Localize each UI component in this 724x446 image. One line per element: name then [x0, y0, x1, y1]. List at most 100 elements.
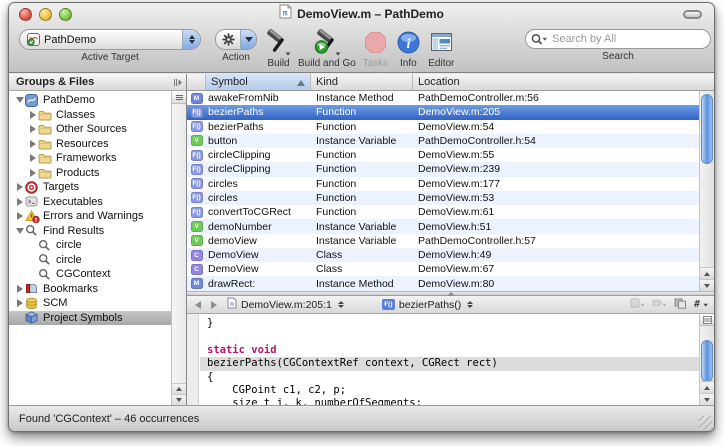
table-row[interactable]: V demoView Instance Variable PathDemoCon…: [187, 234, 714, 248]
back-button[interactable]: [192, 301, 204, 309]
table-row[interactable]: F() circles Function DemoView.m:53: [187, 191, 714, 205]
disclosure-triangle-icon[interactable]: [14, 198, 25, 206]
table-row[interactable]: M awakeFromNib Instance Method PathDemoC…: [187, 91, 714, 105]
sidebar-item-circle[interactable]: circle: [9, 253, 171, 268]
cell-location: DemoView.m:80: [413, 278, 714, 290]
symbol-kind-badge-icon: F(): [191, 121, 203, 132]
table-row[interactable]: F() bezierPaths Function DemoView.m:205: [187, 105, 714, 119]
sidebar-scrollbar[interactable]: [171, 91, 186, 405]
editor-button[interactable]: Editor: [428, 29, 455, 69]
disclosure-triangle-icon[interactable]: [27, 169, 38, 177]
table-row[interactable]: F() circleClipping Function DemoView.m:2…: [187, 162, 714, 176]
cell-kind: Instance Variable: [311, 135, 413, 147]
file-history-popup[interactable]: m DemoView.m:205:1: [224, 297, 347, 312]
code-line: static void: [200, 344, 699, 357]
document-m-icon: m: [279, 4, 292, 24]
horizontal-splitter[interactable]: [187, 291, 714, 296]
table-row[interactable]: F() convertToCGRect Function DemoView.m:…: [187, 205, 714, 219]
table-scrollbar[interactable]: [699, 91, 714, 291]
sidebar-item-find-results[interactable]: Find Results: [9, 224, 171, 239]
sidebar-item-classes[interactable]: Classes: [9, 108, 171, 123]
sidebar-item-frameworks[interactable]: Frameworks: [9, 151, 171, 166]
scroll-down-arrow[interactable]: [172, 394, 186, 405]
breakpoints-menu-icon[interactable]: [652, 298, 667, 312]
cell-location: DemoView.m:239: [413, 163, 714, 175]
resize-grip[interactable]: [699, 416, 712, 429]
cell-kind: Instance Method: [311, 278, 413, 290]
sidebar-item-circle[interactable]: circle: [9, 238, 171, 253]
sidebar-item-other-sources[interactable]: Other Sources: [9, 122, 171, 137]
code-line: size_t j, k, numberOfSegments;: [200, 397, 699, 405]
table-row[interactable]: F() circles Function DemoView.m:177: [187, 177, 714, 191]
column-header-symbol[interactable]: Symbol: [206, 74, 311, 90]
sidebar-item-errors-and-warnings[interactable]: Errors and Warnings: [9, 209, 171, 224]
sidebar-item-targets[interactable]: Targets: [9, 180, 171, 195]
table-row[interactable]: V demoNumber Instance Variable DemoView.…: [187, 219, 714, 233]
sidebar-item-resources[interactable]: Resources: [9, 137, 171, 152]
scroll-down-arrow[interactable]: [700, 279, 714, 291]
table-row[interactable]: V button Instance Variable PathDemoContr…: [187, 134, 714, 148]
titlebar[interactable]: m DemoView.m – PathDemo: [9, 3, 714, 25]
scroll-up-arrow[interactable]: [700, 267, 714, 279]
scroll-up-arrow[interactable]: [172, 383, 186, 394]
build-button[interactable]: Build: [265, 29, 292, 69]
search-icon[interactable]: [531, 33, 548, 51]
sidebar-item-label: PathDemo: [43, 94, 95, 106]
disclosure-triangle-icon[interactable]: [27, 140, 38, 148]
scrollbar-thumb[interactable]: [701, 94, 713, 164]
cell-location: PathDemoController.h:54: [413, 135, 714, 147]
disclosure-triangle-icon[interactable]: [14, 228, 25, 234]
sidebar-item-project-symbols[interactable]: Project Symbols: [9, 311, 171, 326]
editor-scrollbar[interactable]: [699, 314, 714, 405]
view-options-button[interactable]: [172, 91, 186, 104]
table-row[interactable]: F() circleClipping Function DemoView.m:5…: [187, 148, 714, 162]
scroll-up-arrow[interactable]: [700, 381, 714, 393]
doc-icon: m: [227, 297, 237, 312]
sidebar-item-products[interactable]: Products: [9, 166, 171, 181]
disclosure-triangle-icon[interactable]: [14, 212, 25, 220]
action-button[interactable]: [215, 29, 257, 50]
code-area[interactable]: }static voidbezierPaths(CGContextRef con…: [200, 317, 699, 405]
function-popup-value: bezierPaths(): [399, 299, 461, 311]
code-editor[interactable]: }static voidbezierPaths(CGContextRef con…: [187, 314, 714, 405]
scrollbar-thumb[interactable]: [701, 340, 713, 382]
table-row[interactable]: M drawRect: Instance Method DemoView.m:8…: [187, 276, 714, 290]
disclosure-triangle-icon[interactable]: [14, 299, 25, 307]
table-row[interactable]: F() bezierPaths Function DemoView.m:54: [187, 120, 714, 134]
sidebar-item-label: CGContext: [56, 268, 110, 280]
split-editor-button[interactable]: [700, 314, 714, 326]
bookmarks-menu-icon[interactable]: [630, 298, 645, 312]
disclosure-triangle-icon[interactable]: [27, 125, 38, 133]
sidebar-item-pathdemo[interactable]: PathDemo: [9, 93, 171, 108]
search-input[interactable]: [525, 29, 711, 49]
function-popup[interactable]: F() bezierPaths(): [379, 299, 476, 311]
disclosure-triangle-icon[interactable]: [27, 154, 38, 162]
sidebar-item-scm[interactable]: SCM: [9, 296, 171, 311]
column-header-icon[interactable]: [187, 74, 206, 90]
disclosure-triangle-icon[interactable]: [14, 97, 25, 103]
sidebar-item-cgcontext[interactable]: CGContext: [9, 267, 171, 282]
table-row[interactable]: C DemoView Class DemoView.m:67: [187, 262, 714, 276]
action-label: Action: [215, 52, 257, 63]
sidebar-item-executables[interactable]: Executables: [9, 195, 171, 210]
column-header-kind[interactable]: Kind: [311, 74, 413, 90]
forward-button[interactable]: [208, 301, 220, 309]
disclosure-triangle-icon[interactable]: [14, 285, 25, 293]
sidebar-split-icon[interactable]: [173, 78, 183, 90]
table-row[interactable]: C DemoView Class DemoView.h:49: [187, 248, 714, 262]
line-numbers-menu-icon[interactable]: #: [694, 298, 709, 312]
column-header-location[interactable]: Location: [413, 74, 714, 90]
target-app-icon: [27, 33, 40, 46]
disclosure-triangle-icon[interactable]: [27, 111, 38, 119]
counterpart-icon[interactable]: [674, 298, 687, 312]
active-target-popup[interactable]: PathDemo: [19, 29, 201, 50]
scroll-down-arrow[interactable]: [700, 393, 714, 405]
main-content: Groups & Files PathDemo Classes Other So…: [9, 74, 714, 405]
info-button[interactable]: i Info: [395, 29, 422, 69]
sidebar-item-label: SCM: [43, 297, 67, 309]
disclosure-triangle-icon[interactable]: [14, 183, 25, 191]
build-and-go-button[interactable]: Build and Go: [298, 29, 356, 69]
toolbar-toggle-button[interactable]: [683, 10, 702, 19]
sidebar-item-bookmarks[interactable]: Bookmarks: [9, 282, 171, 297]
magnifier-icon: [38, 268, 53, 281]
